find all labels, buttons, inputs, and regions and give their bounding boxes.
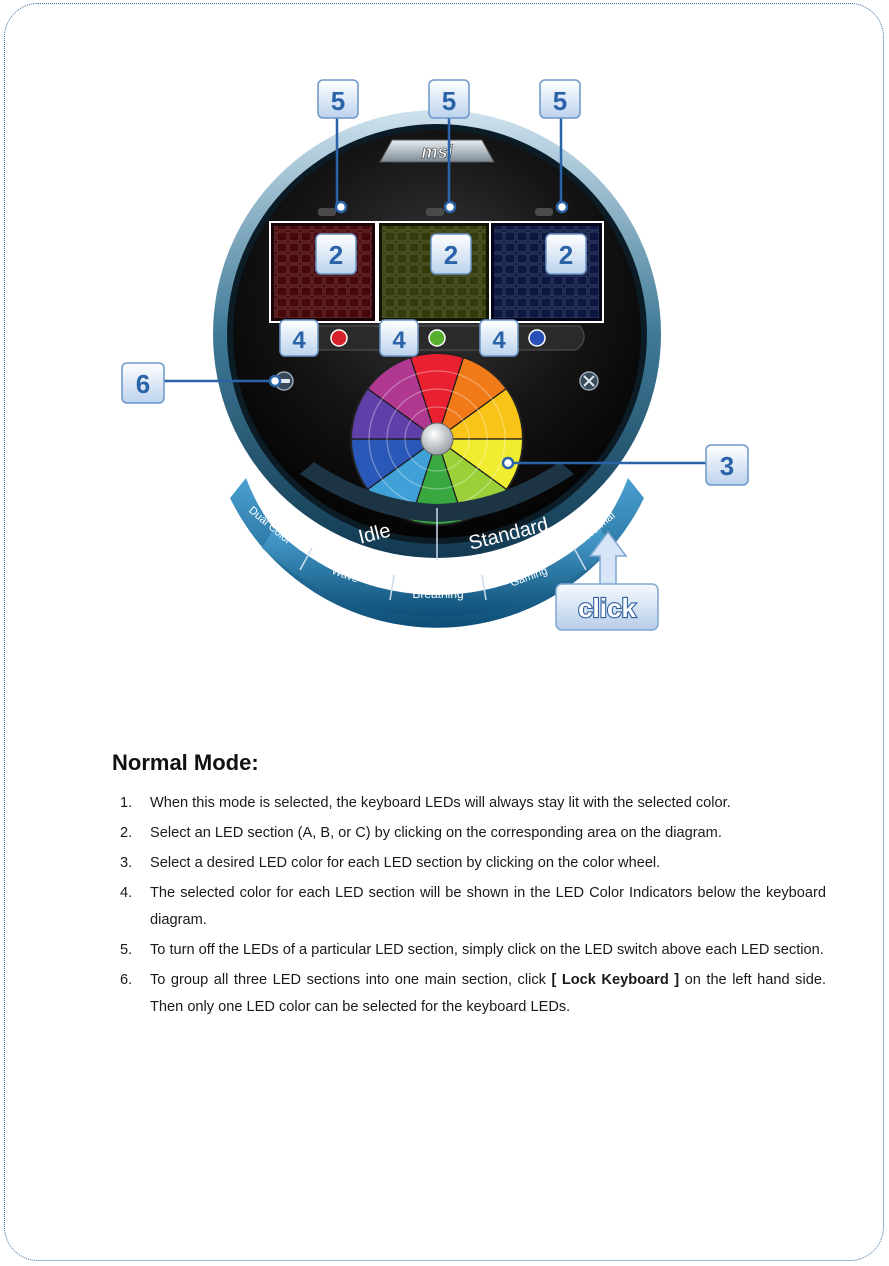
svg-text:4: 4 — [292, 327, 306, 354]
led-color-indicator-c — [528, 329, 546, 347]
svg-text:4: 4 — [392, 327, 406, 354]
callout-2-a: 2 — [315, 233, 357, 275]
list-item: 6. To group all three LED sections into o… — [120, 972, 826, 1015]
svg-text:3: 3 — [720, 451, 734, 481]
lock-keyboard-label: [ Lock Keyboard ] — [551, 972, 680, 988]
list-item: 3. Select a desired LED color for each LE… — [120, 855, 661, 871]
svg-text:2: 2 — [559, 240, 573, 270]
svg-text:5: 5 — [331, 86, 345, 116]
list-item: 2. Select an LED section (A, B, or C) by … — [120, 825, 722, 841]
click-label: click — [578, 593, 636, 623]
callout-2-b: 2 — [430, 233, 472, 275]
mode-breathing[interactable]: Breathing — [412, 587, 463, 601]
callout-3: 3 — [705, 444, 749, 486]
section-heading: Normal Mode: — [112, 750, 259, 775]
list-item: 4. The selected color for each LED sectio… — [120, 885, 826, 928]
led-switch-a[interactable] — [318, 208, 336, 216]
callout-4-c: 4 — [479, 319, 519, 357]
callout-5-a: 5 — [317, 79, 359, 119]
led-switch-b[interactable] — [426, 208, 444, 216]
callout-4-a: 4 — [279, 319, 319, 357]
close-button[interactable] — [579, 371, 599, 391]
svg-text:6: 6 — [136, 369, 150, 399]
led-switch-c[interactable] — [535, 208, 553, 216]
instruction-list: 1. When this mode is selected, the keyboa… — [120, 790, 826, 1024]
color-wheel-knob[interactable] — [420, 422, 454, 456]
callout-5-c: 5 — [539, 79, 581, 119]
svg-text:2: 2 — [444, 240, 458, 270]
keyboard-led-diagram: msi Idle Standard Dual Color Wave Breath… — [0, 0, 889, 700]
led-color-indicator-a — [330, 329, 348, 347]
led-color-indicator-b — [428, 329, 446, 347]
callout-2-c: 2 — [545, 233, 587, 275]
svg-text:5: 5 — [442, 86, 456, 116]
callout-5-b: 5 — [428, 79, 470, 119]
list-item: 5. To turn off the LEDs of a particular L… — [120, 942, 824, 958]
svg-text:4: 4 — [492, 327, 506, 354]
callout-4-b: 4 — [379, 319, 419, 357]
svg-text:2: 2 — [329, 240, 343, 270]
callout-6: 6 — [121, 362, 165, 404]
list-item: 1. When this mode is selected, the keyboa… — [120, 795, 731, 811]
svg-text:5: 5 — [553, 86, 567, 116]
